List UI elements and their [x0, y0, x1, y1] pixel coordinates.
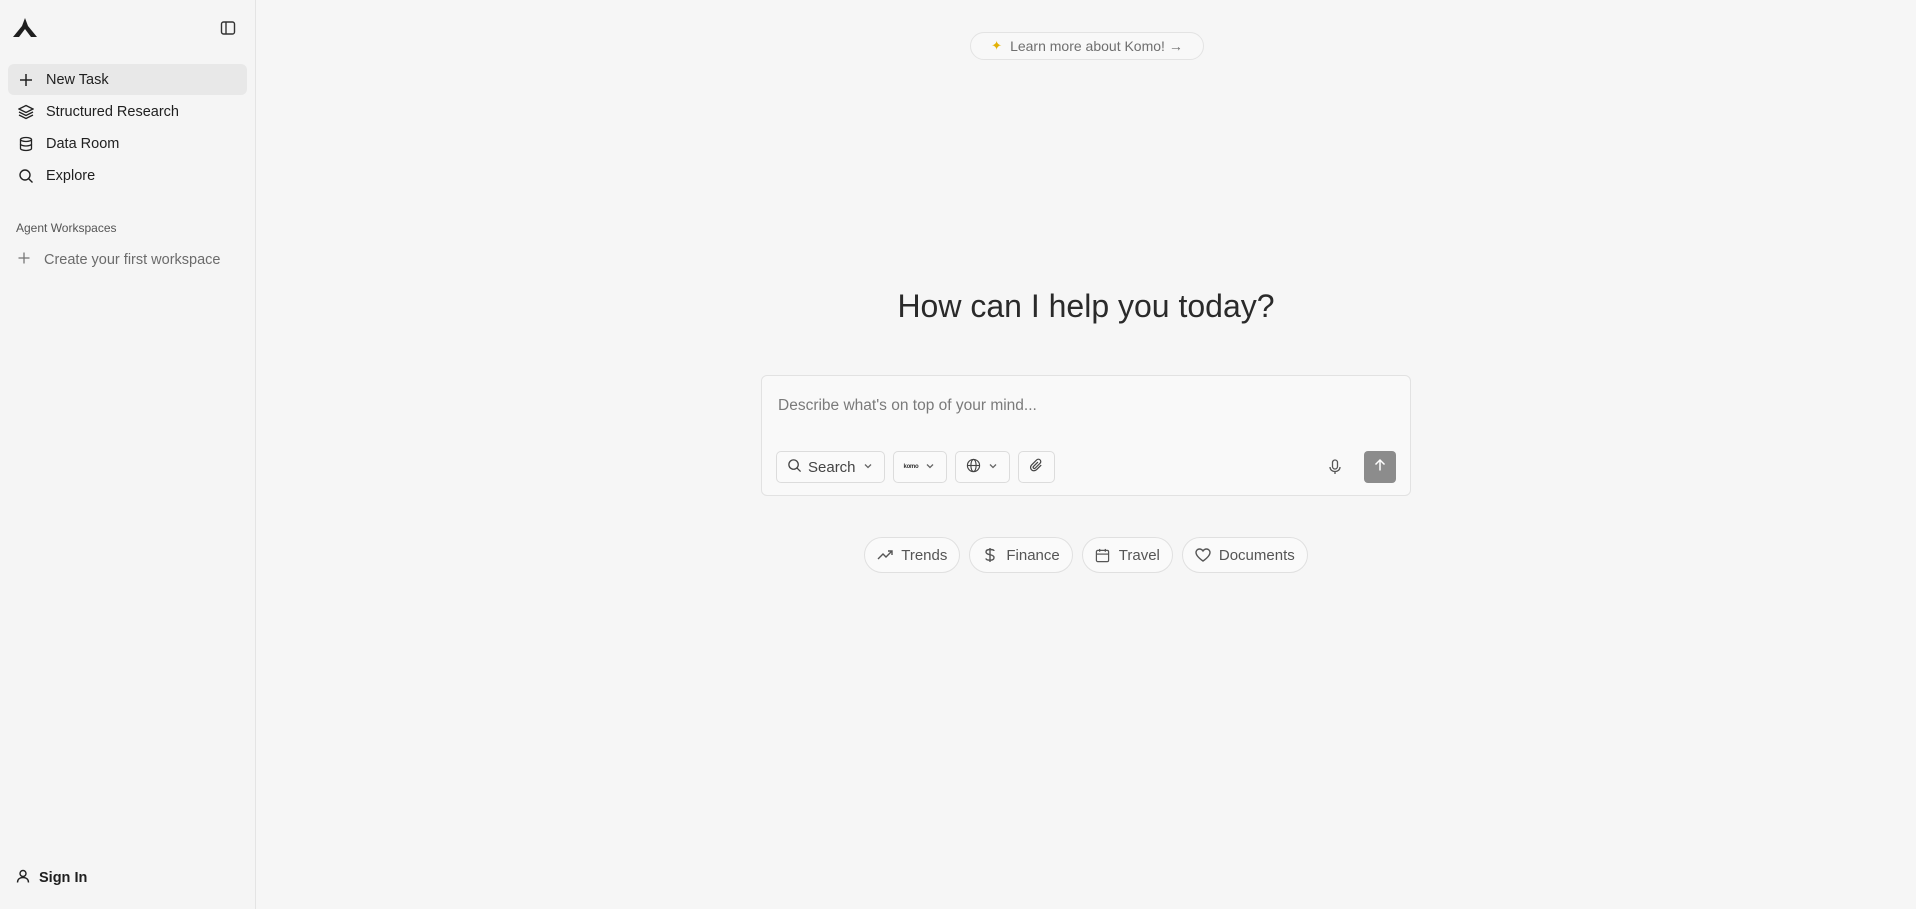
chip-label: Trends: [901, 546, 948, 564]
sparkle-icon: ✦: [991, 38, 1003, 53]
send-button[interactable]: [1364, 451, 1396, 483]
sidebar-nav: New Task Structured Research Data Room E…: [0, 56, 255, 191]
sidebar-item-new-task[interactable]: New Task: [8, 64, 247, 95]
database-icon: [18, 136, 34, 152]
chip-label: Travel: [1118, 546, 1160, 564]
page-title: How can I help you today?: [897, 288, 1275, 324]
sidebar-item-structured-research[interactable]: Structured Research: [8, 96, 247, 127]
prompt-input[interactable]: [778, 394, 1378, 418]
dollar-icon: [982, 547, 998, 563]
learn-more-label: Learn more about Komo! →: [1010, 38, 1183, 54]
sidebar-header: [0, 0, 255, 56]
suggestion-chips: Trends Finance Travel Documents: [256, 537, 1916, 573]
sign-in-button[interactable]: Sign In: [8, 863, 95, 893]
microphone-icon[interactable]: [1324, 456, 1346, 478]
main-content: ✦ Learn more about Komo! → How can I hel…: [256, 0, 1916, 909]
prompt-composer: Search komo: [761, 375, 1411, 496]
chip-travel[interactable]: Travel: [1081, 537, 1173, 573]
plus-icon: [18, 252, 30, 268]
search-icon: [18, 168, 34, 184]
chevron-down-icon: [987, 459, 999, 476]
sign-in-label: Sign In: [39, 870, 88, 886]
model-logo: komo: [903, 464, 919, 470]
chip-finance[interactable]: Finance: [969, 537, 1073, 573]
agent-workspaces-label: Agent Workspaces: [16, 221, 117, 235]
trending-up-icon: [877, 547, 893, 563]
learn-more-link[interactable]: ✦ Learn more about Komo! →: [970, 32, 1204, 60]
arrow-up-icon: [1373, 458, 1387, 477]
search-icon: [787, 458, 802, 477]
sidebar-item-data-room[interactable]: Data Room: [8, 128, 247, 159]
chip-label: Finance: [1006, 546, 1060, 564]
search-mode-label: Search: [808, 458, 856, 476]
search-mode-dropdown[interactable]: Search: [776, 451, 885, 483]
sidebar-item-label: Data Room: [46, 135, 120, 152]
chip-documents[interactable]: Documents: [1181, 537, 1308, 573]
komo-logo-icon[interactable]: [12, 16, 38, 40]
paperclip-icon: [1029, 458, 1044, 477]
heart-icon: [1195, 547, 1211, 563]
web-scope-dropdown[interactable]: [955, 451, 1011, 483]
calendar-icon: [1095, 547, 1111, 563]
user-icon: [16, 869, 30, 887]
layers-icon: [18, 104, 34, 120]
attach-button[interactable]: [1018, 451, 1056, 483]
composer-toolbar: Search komo: [776, 451, 1056, 483]
globe-icon: [966, 458, 981, 477]
chevron-down-icon: [924, 459, 936, 476]
app: New Task Structured Research Data Room E…: [0, 0, 1916, 909]
create-workspace-button[interactable]: Create your first workspace: [8, 245, 247, 275]
sidebar-item-label: Structured Research: [46, 103, 179, 120]
sidebar-item-explore[interactable]: Explore: [8, 160, 247, 191]
chip-trends[interactable]: Trends: [864, 537, 961, 573]
create-workspace-label: Create your first workspace: [44, 252, 221, 268]
sidebar-item-label: Explore: [46, 167, 96, 184]
sidebar-toggle-icon[interactable]: [217, 17, 239, 39]
model-dropdown[interactable]: komo: [892, 451, 948, 483]
chevron-down-icon: [862, 459, 874, 476]
sidebar-item-label: New Task: [46, 71, 109, 88]
sidebar: New Task Structured Research Data Room E…: [0, 0, 256, 909]
chip-label: Documents: [1218, 546, 1295, 564]
plus-icon: [18, 72, 34, 88]
